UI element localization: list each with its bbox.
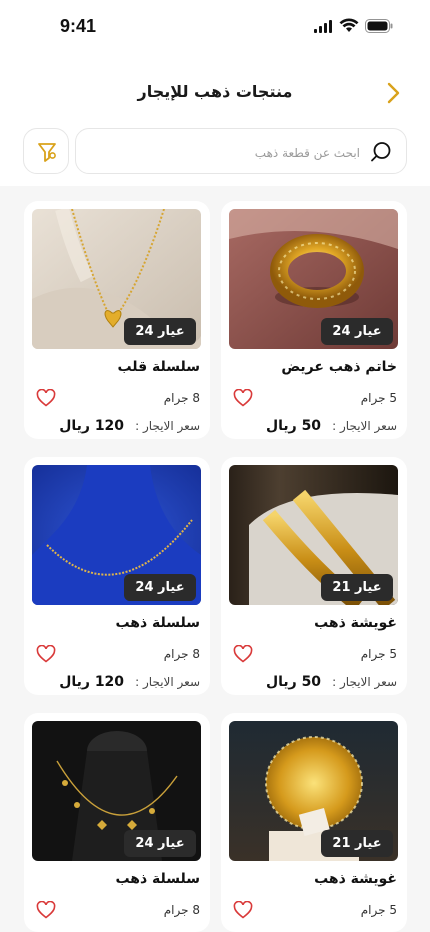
product-name: سلسلة ذهب: [115, 871, 200, 887]
filter-icon: [38, 143, 56, 162]
status-time: 9:41: [60, 16, 97, 36]
price-value: 50 ريال: [265, 418, 322, 434]
status-bar: 9:41: [0, 0, 430, 56]
product-image-gold-bangles: عيار 21: [229, 465, 398, 605]
price-row: سعر الايجار : 50 ريال: [266, 671, 397, 690]
product-name: سلسلة قلب: [117, 359, 200, 375]
filter-button[interactable]: [23, 128, 69, 174]
karat-badge: عيار 21: [321, 830, 393, 857]
product-card[interactable]: عيار 24 سلسلة قلب 8 جرام سعر الايجار : 1…: [24, 201, 210, 439]
product-name: غويشة ذهب: [314, 615, 397, 631]
price-row: سعر الايجار : 120 ريال: [59, 415, 200, 434]
battery-icon: [365, 19, 393, 33]
signal-icon: [314, 20, 332, 33]
karat-badge: عيار 24: [124, 574, 196, 601]
price-value: 50 ريال: [265, 674, 322, 690]
product-image-gold-heart-necklace: عيار 24: [32, 209, 201, 349]
search-icon[interactable]: [370, 141, 392, 163]
price-row: سعر الايجار : 50 ريال: [266, 415, 397, 434]
heart-icon[interactable]: [233, 901, 253, 919]
heart-icon[interactable]: [36, 645, 56, 663]
heart-icon[interactable]: [233, 389, 253, 407]
product-weight: 8 جرام: [163, 391, 200, 405]
karat-badge: عيار 24: [321, 318, 393, 345]
page-title: منتجات ذهب للإيجار: [137, 82, 293, 101]
product-card[interactable]: عيار 24 خاتم ذهب عريض 5 جرام سعر الايجار…: [221, 201, 407, 439]
product-weight: 8 جرام: [163, 903, 200, 917]
product-image-gold-charm-necklace: عيار 24: [32, 721, 201, 861]
price-label: سعر الايجار :: [332, 675, 397, 689]
product-card[interactable]: عيار 24 سلسلة ذهب 8 جرام: [24, 713, 210, 932]
product-image-gold-wide-ring: عيار 24: [229, 209, 398, 349]
price-label: سعر الايجار :: [135, 675, 200, 689]
heart-icon[interactable]: [36, 389, 56, 407]
product-name: سلسلة ذهب: [115, 615, 200, 631]
karat-badge: عيار 21: [321, 574, 393, 601]
price-label: سعر الايجار :: [332, 419, 397, 433]
karat-badge: عيار 24: [124, 830, 196, 857]
price-value: 120 ريال: [59, 674, 125, 690]
heart-icon[interactable]: [36, 901, 56, 919]
product-card[interactable]: عيار 24 سلسلة ذهب 8 جرام سعر الايجار : 1…: [24, 457, 210, 695]
heart-icon[interactable]: [233, 645, 253, 663]
product-name: غويشة ذهب: [314, 871, 397, 887]
price-value: 120 ريال: [59, 418, 125, 434]
product-name: خاتم ذهب عريض: [281, 359, 397, 375]
product-card[interactable]: عيار 21 غويشة ذهب 5 جرام سعر الايجار : 5…: [221, 457, 407, 695]
product-card[interactable]: عيار 21 غويشة ذهب 5 جرام: [221, 713, 407, 932]
price-label: سعر الايجار :: [135, 419, 200, 433]
search-input[interactable]: [118, 139, 362, 167]
app-header: منتجات ذهب للإيجار: [0, 70, 430, 116]
price-row: سعر الايجار : 120 ريال: [59, 671, 200, 690]
search-bar[interactable]: [75, 128, 407, 174]
product-image-gold-filigree-bangle: عيار 21: [229, 721, 398, 861]
karat-badge: عيار 24: [124, 318, 196, 345]
product-weight: 8 جرام: [163, 647, 200, 661]
product-image-gold-chain-on-blue: عيار 24: [32, 465, 201, 605]
product-weight: 5 جرام: [360, 903, 397, 917]
product-weight: 5 جرام: [360, 647, 397, 661]
wifi-icon: [339, 18, 359, 32]
product-weight: 5 جرام: [360, 391, 397, 405]
